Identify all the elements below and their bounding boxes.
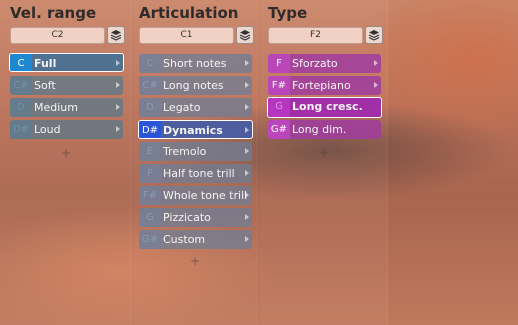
type-item-long-dim[interactable]: G# Long dim. xyxy=(268,120,381,139)
art-item-dynamics[interactable]: D# Dynamics xyxy=(138,120,253,139)
item-label: Custom xyxy=(163,233,206,246)
type-add-button[interactable]: + xyxy=(319,147,329,159)
articulation-column-bg xyxy=(131,0,258,325)
articulation-title: Articulation xyxy=(139,4,239,22)
type-item-sforzato[interactable]: F Sforzato xyxy=(268,54,381,73)
chevron-right-icon xyxy=(116,104,120,110)
vel-add-button[interactable]: + xyxy=(61,147,71,159)
layers-icon xyxy=(239,30,251,41)
vel-item-medium[interactable]: D Medium xyxy=(10,98,123,117)
key-label: C xyxy=(10,54,32,71)
item-label: Medium xyxy=(34,101,78,114)
chevron-right-icon xyxy=(245,236,249,242)
item-label: Pizzicato xyxy=(163,211,211,224)
key-label: F xyxy=(139,164,161,183)
item-label: Long notes xyxy=(163,79,224,92)
type-title: Type xyxy=(268,4,308,22)
type-item-fortepiano[interactable]: F# Fortepiano xyxy=(268,76,381,95)
item-label: Short notes xyxy=(163,57,227,70)
vel-item-soft[interactable]: C# Soft xyxy=(10,76,123,95)
item-label: Dynamics xyxy=(163,124,223,137)
chevron-right-icon xyxy=(116,60,120,66)
art-item-long-notes[interactable]: C# Long notes xyxy=(139,76,252,95)
key-label: G# xyxy=(268,120,290,139)
art-item-short-notes[interactable]: C Short notes xyxy=(139,54,252,73)
item-label: Long dim. xyxy=(292,123,347,136)
key-label: E xyxy=(139,142,161,161)
art-item-custom[interactable]: G# Custom xyxy=(139,230,252,249)
key-label: D xyxy=(10,98,32,117)
item-label: Whole tone trill xyxy=(163,189,248,202)
chevron-right-icon xyxy=(245,192,249,198)
chevron-right-icon xyxy=(245,82,249,88)
item-label: Soft xyxy=(34,79,56,92)
type-item-long-cresc[interactable]: G Long cresc. xyxy=(267,97,382,118)
item-label: Sforzato xyxy=(292,57,338,70)
art-item-half-tone-trill[interactable]: F Half tone trill xyxy=(139,164,252,183)
key-label: F xyxy=(268,54,290,73)
art-add-button[interactable]: + xyxy=(190,255,200,267)
art-item-tremolo[interactable]: E Tremolo xyxy=(139,142,252,161)
chevron-right-icon xyxy=(116,126,120,132)
key-label: G xyxy=(139,208,161,227)
chevron-right-icon xyxy=(116,82,120,88)
art-item-legato[interactable]: D Legato xyxy=(139,98,252,117)
chevron-right-icon xyxy=(245,104,249,110)
key-label: D# xyxy=(10,120,32,139)
item-label: Fortepiano xyxy=(292,79,351,92)
key-label: D# xyxy=(139,121,161,138)
key-label: F# xyxy=(268,76,290,95)
chevron-right-icon xyxy=(374,60,378,66)
vel-item-loud[interactable]: D# Loud xyxy=(10,120,123,139)
item-label: Half tone trill xyxy=(163,167,235,180)
vel-item-full[interactable]: C Full xyxy=(9,53,124,72)
vel-range-layers-button[interactable] xyxy=(107,26,125,44)
item-label: Legato xyxy=(163,101,201,114)
key-label: G xyxy=(268,98,290,117)
art-item-whole-tone-trill[interactable]: F# Whole tone trill xyxy=(139,186,252,205)
layers-icon xyxy=(110,30,122,41)
item-label: Full xyxy=(34,57,57,70)
item-label: Long cresc. xyxy=(292,100,363,113)
item-label: Tremolo xyxy=(163,145,207,158)
chevron-right-icon xyxy=(245,214,249,220)
vel-range-title: Vel. range xyxy=(10,4,97,22)
key-label: C# xyxy=(139,76,161,95)
chevron-right-icon xyxy=(245,148,249,154)
layers-icon xyxy=(368,30,380,41)
vel-range-note-select[interactable]: C2 xyxy=(10,27,105,44)
chevron-right-icon xyxy=(245,60,249,66)
articulation-layers-button[interactable] xyxy=(236,26,254,44)
art-item-pizzicato[interactable]: G Pizzicato xyxy=(139,208,252,227)
chevron-right-icon xyxy=(245,127,249,133)
key-label: C# xyxy=(10,76,32,95)
key-label: F# xyxy=(139,186,161,205)
key-label: G# xyxy=(139,230,161,249)
key-label: D xyxy=(139,98,161,117)
key-label: C xyxy=(139,54,161,73)
type-column-bg xyxy=(259,0,388,325)
articulation-note-select[interactable]: C1 xyxy=(139,27,234,44)
type-layers-button[interactable] xyxy=(365,26,383,44)
chevron-right-icon xyxy=(374,82,378,88)
chevron-right-icon xyxy=(245,170,249,176)
item-label: Loud xyxy=(34,123,61,136)
vel-range-column-bg xyxy=(0,0,131,325)
type-note-select[interactable]: F2 xyxy=(268,27,363,44)
